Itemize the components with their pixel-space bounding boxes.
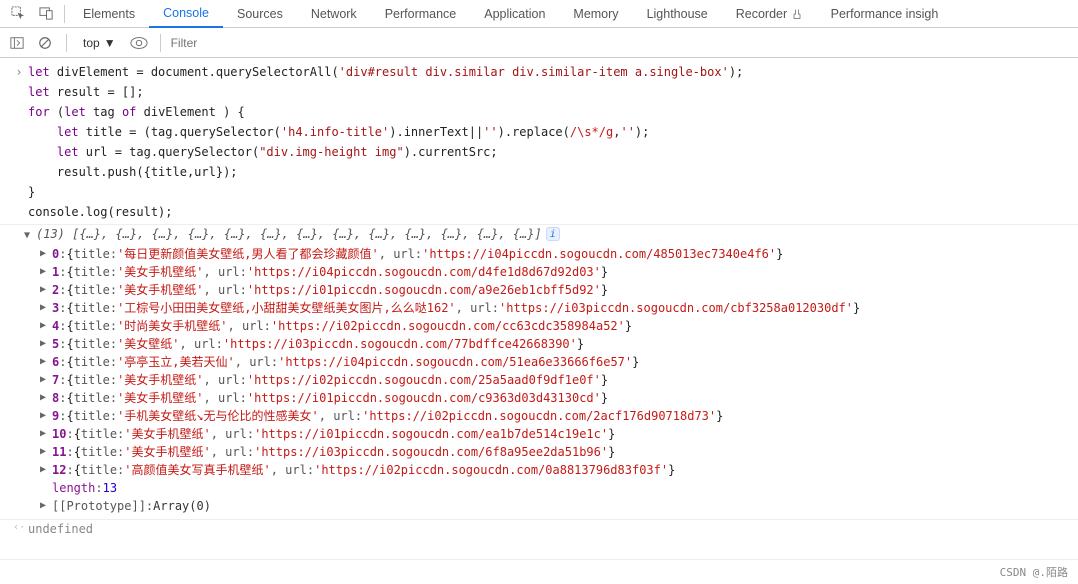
expand-toggle-icon[interactable]	[40, 317, 52, 335]
context-selector[interactable]: top ▼	[77, 36, 122, 50]
output-marker-icon: ‹·	[10, 522, 28, 536]
expand-toggle-icon[interactable]	[40, 371, 52, 389]
expand-toggle-icon[interactable]	[40, 497, 52, 515]
expand-toggle-icon[interactable]	[40, 263, 52, 281]
expand-toggle-icon[interactable]	[40, 425, 52, 443]
tab-elements[interactable]: Elements	[69, 0, 149, 27]
tabs-bar: Elements Console Sources Network Perform…	[0, 0, 1078, 28]
return-value: ‹· undefined	[0, 519, 1078, 538]
expand-toggle-icon[interactable]	[40, 389, 52, 407]
device-toggle-icon[interactable]	[32, 6, 60, 21]
array-item[interactable]: 9: {title: '手机美女壁纸↘无与伦比的性感美女', url: 'htt…	[0, 407, 1078, 425]
sidebar-toggle-icon[interactable]	[6, 32, 28, 54]
separator	[66, 34, 67, 52]
array-item[interactable]: 3: {title: '工棕号小田田美女壁纸,小甜甜美女壁纸美女图片,么么哒16…	[0, 299, 1078, 317]
expand-toggle-icon[interactable]	[40, 407, 52, 425]
array-item[interactable]: 10: {title: '美女手机壁纸', url: 'https://i01p…	[0, 425, 1078, 443]
filter-input[interactable]	[171, 33, 1072, 53]
info-icon[interactable]: i	[546, 227, 560, 241]
expand-toggle-icon[interactable]	[40, 443, 52, 461]
console-output: ›let divElement = document.querySelector…	[0, 58, 1078, 542]
console-toolbar: top ▼	[0, 28, 1078, 58]
tab-network[interactable]: Network	[297, 0, 371, 27]
tab-perf-insights[interactable]: Performance insigh	[817, 0, 953, 27]
inspect-icon[interactable]	[4, 6, 32, 21]
tab-recorder[interactable]: Recorder	[722, 0, 817, 27]
footer: CSDN @.陌路	[0, 559, 1078, 584]
expand-toggle-icon[interactable]	[40, 281, 52, 299]
tab-memory[interactable]: Memory	[559, 0, 632, 27]
separator	[160, 34, 161, 52]
watermark: CSDN @.陌路	[1000, 564, 1068, 580]
array-item[interactable]: 6: {title: '亭亭玉立,美若天仙', url: 'https://i0…	[0, 353, 1078, 371]
separator	[64, 5, 65, 23]
tab-performance[interactable]: Performance	[371, 0, 471, 27]
tab-console[interactable]: Console	[149, 0, 223, 28]
expand-toggle-icon[interactable]	[40, 335, 52, 353]
chevron-down-icon: ▼	[104, 36, 116, 50]
array-item[interactable]: 4: {title: '时尚美女手机壁纸', url: 'https://i02…	[0, 317, 1078, 335]
array-item[interactable]: 0: {title: '每日更新颜值美女壁纸,男人看了都会珍藏颜值', url:…	[0, 245, 1078, 263]
tab-application[interactable]: Application	[470, 0, 559, 27]
expand-toggle-icon[interactable]	[40, 461, 52, 479]
array-item[interactable]: 7: {title: '美女手机壁纸', url: 'https://i02pi…	[0, 371, 1078, 389]
tab-lighthouse[interactable]: Lighthouse	[633, 0, 722, 27]
array-item[interactable]: 1: {title: '美女手机壁纸', url: 'https://i04pi…	[0, 263, 1078, 281]
expand-toggle-icon[interactable]	[40, 353, 52, 371]
array-item[interactable]: 2: {title: '美女手机壁纸', url: 'https://i01pi…	[0, 281, 1078, 299]
array-summary[interactable]: (13) [{…}, {…}, {…}, {…}, {…}, {…}, {…},…	[36, 227, 542, 241]
array-item[interactable]: 11: {title: '美女手机壁纸', url: 'https://i03p…	[0, 443, 1078, 461]
tab-sources[interactable]: Sources	[223, 0, 297, 27]
array-item[interactable]: 8: {title: '美女手机壁纸', url: 'https://i01pi…	[0, 389, 1078, 407]
expand-toggle-icon[interactable]	[40, 245, 52, 263]
input-marker-icon: ›	[10, 63, 28, 81]
expand-toggle-icon[interactable]	[24, 227, 36, 245]
expand-toggle-icon[interactable]	[40, 299, 52, 317]
live-expression-icon[interactable]	[128, 32, 150, 54]
array-item[interactable]: 5: {title: '美女壁纸', url: 'https://i03picc…	[0, 335, 1078, 353]
array-item[interactable]: 12: {title: '高颜值美女写真手机壁纸', url: 'https:/…	[0, 461, 1078, 479]
clear-console-icon[interactable]	[34, 32, 56, 54]
